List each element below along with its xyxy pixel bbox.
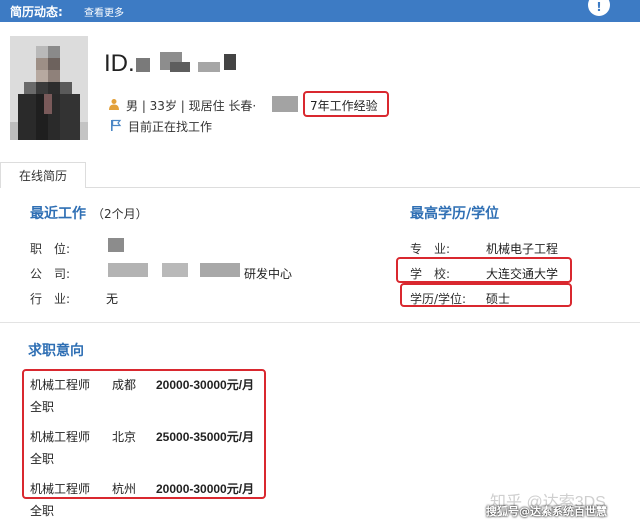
recent-work-heading: 最近工作 [30, 206, 86, 222]
experience-highlight-box [303, 91, 389, 117]
major-label: 专 业: [410, 242, 451, 256]
section-divider [0, 322, 640, 323]
redacted-id-4 [198, 62, 220, 72]
job-type: 全职 [30, 504, 55, 518]
redacted-position [108, 238, 124, 252]
company-suffix: 研发中心 [244, 267, 293, 281]
top-bar: 简历动态: 查看更多 ! [0, 0, 640, 22]
job-salary: 25000-35000元/月 [156, 430, 255, 444]
job-type: 全职 [30, 452, 55, 466]
industry-value: 无 [106, 292, 119, 306]
redacted-company-1 [108, 263, 148, 277]
tab-online-resume[interactable]: 在线简历 [0, 162, 86, 188]
position-label: 职 位: [30, 242, 71, 256]
job-intention-heading: 求职意向 [28, 343, 84, 359]
pixelated-portrait [10, 36, 88, 140]
job-search-status: 目前正在找工作 [128, 120, 213, 134]
job-title: 机械工程师 [30, 482, 91, 496]
resume-id-prefix: ID. [104, 50, 135, 77]
redacted-id-5 [224, 54, 236, 70]
job-salary: 20000-30000元/月 [156, 482, 255, 496]
major-value: 机械电子工程 [486, 242, 559, 256]
school-highlight-box [396, 257, 572, 283]
job-title: 机械工程师 [30, 378, 91, 392]
redacted-id-1 [136, 58, 150, 72]
job-city: 北京 [112, 430, 137, 444]
basic-info: 男 | 33岁 | 现居住 长春· [108, 97, 256, 114]
industry-label: 行 业: [30, 292, 71, 306]
basic-info-text: 男 | 33岁 | 现居住 长春· [126, 99, 257, 113]
resume-id: ID. [104, 50, 135, 78]
redacted-company-2 [162, 263, 188, 277]
info-icon[interactable]: ! [588, 0, 610, 16]
profile-photo [10, 36, 88, 140]
resume-activity-label: 简历动态: [10, 5, 63, 19]
redacted-city [272, 96, 298, 112]
job-title: 机械工程师 [30, 430, 91, 444]
view-more-link[interactable]: 查看更多 [84, 4, 124, 19]
recent-work-duration: （2个月） [92, 207, 148, 221]
flag-icon [111, 119, 122, 131]
degree-highlight-box [400, 283, 572, 307]
tab-online-resume-label: 在线简历 [18, 169, 67, 183]
job-city: 杭州 [112, 482, 137, 496]
company-label: 公 司: [30, 267, 71, 281]
job-salary: 20000-30000元/月 [156, 378, 255, 392]
job-city: 成都 [112, 378, 137, 392]
education-heading: 最高学历/学位 [410, 206, 500, 222]
job-type: 全职 [30, 400, 55, 414]
redacted-id-3 [170, 62, 190, 72]
redacted-company-3 [200, 263, 240, 277]
sohu-credit: 搜狐号@达索系统百世慧 [486, 505, 607, 518]
tab-divider [86, 187, 640, 188]
